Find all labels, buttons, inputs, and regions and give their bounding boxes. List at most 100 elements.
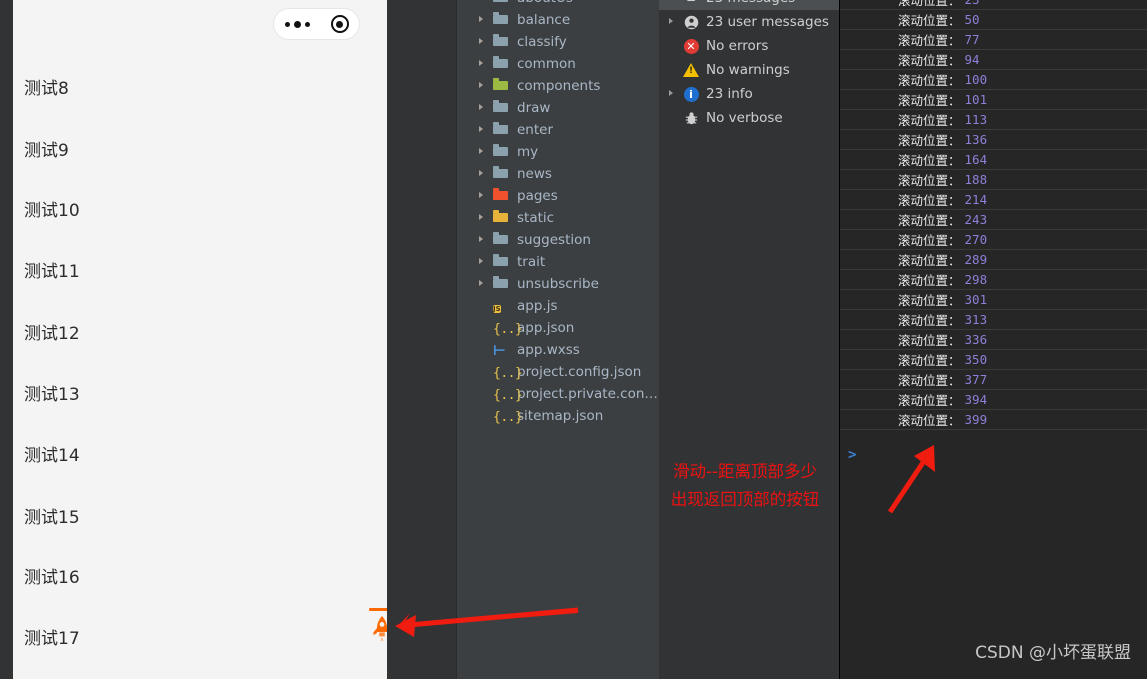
chevron-right-icon[interactable] (669, 17, 679, 27)
annotation-line-1: 滑动--距离顶部多少 (673, 462, 817, 481)
list-item[interactable]: 测试10 (24, 200, 80, 222)
tree-folder-row[interactable]: common (457, 53, 659, 75)
chevron-right-icon[interactable] (479, 148, 487, 156)
tree-file-row[interactable]: {..} project.config.json (457, 361, 659, 383)
tree-folder-row[interactable]: aboutUs (457, 0, 659, 9)
list-item[interactable]: 测试17 (24, 628, 80, 650)
tree-folder-row[interactable]: unsubscribe (457, 273, 659, 295)
tree-folder-row[interactable]: pages (457, 185, 659, 207)
log-key: 滚动位置： (898, 393, 961, 408)
log-key: 滚动位置： (898, 373, 961, 388)
log-row[interactable]: 滚动位置： 113 (840, 110, 1147, 130)
tree-item-label: classify (517, 34, 567, 50)
list-item[interactable]: 测试9 (24, 140, 69, 162)
log-row[interactable]: 滚动位置： 77 (840, 30, 1147, 50)
log-row[interactable]: 滚动位置： 23 (840, 0, 1147, 10)
log-key: 滚动位置： (898, 133, 961, 148)
wechat-capsule-button[interactable] (273, 8, 360, 40)
console-filter-sidebar[interactable]: ≡ 23 messages 23 user messages ✕ No errors No… (659, 0, 840, 679)
tree-folder-row[interactable]: classify (457, 31, 659, 53)
console-filter-row[interactable]: No verbose (659, 106, 840, 130)
log-row[interactable]: 滚动位置： 188 (840, 170, 1147, 190)
console-log-panel[interactable]: 滚动位置：23滚动位置：50滚动位置：77滚动位置：94滚动位置：100滚动位置… (840, 0, 1147, 679)
list-item[interactable]: 测试12 (24, 323, 80, 345)
chevron-right-icon[interactable] (479, 192, 487, 200)
log-row[interactable]: 滚动位置： 50 (840, 10, 1147, 30)
log-row[interactable]: 滚动位置： 394 (840, 390, 1147, 410)
tree-item-label: draw (517, 100, 551, 116)
log-row[interactable]: 滚动位置： 94 (840, 50, 1147, 70)
log-row[interactable]: 滚动位置： 164 (840, 150, 1147, 170)
log-row[interactable]: 滚动位置： 270 (840, 230, 1147, 250)
log-row[interactable]: 滚动位置： 313 (840, 310, 1147, 330)
console-filter-row[interactable]: No warnings (659, 58, 840, 82)
log-row[interactable]: 滚动位置： 399 (840, 410, 1147, 430)
tree-file-row[interactable]: {..}project.private.config.js... (457, 383, 659, 405)
chevron-right-icon[interactable] (479, 126, 487, 134)
tree-folder-row[interactable]: news (457, 163, 659, 185)
user-icon (682, 15, 700, 30)
tree-item-label: app.json (517, 320, 575, 336)
chevron-right-icon[interactable] (479, 60, 487, 68)
tree-file-row[interactable]: {..} sitemap.json (457, 405, 659, 427)
file-tree-panel[interactable]: aboutUs balance classify common components dr… (457, 0, 659, 679)
chevron-right-icon[interactable] (479, 170, 487, 178)
tree-folder-row[interactable]: components (457, 75, 659, 97)
chevron-right-icon[interactable] (479, 0, 487, 2)
watermark: CSDN @小坏蛋联盟 (975, 643, 1131, 663)
list-item[interactable]: 测试16 (24, 567, 80, 589)
chevron-right-icon[interactable] (479, 280, 487, 288)
list-item[interactable]: 测试14 (24, 445, 80, 467)
console-filter-row[interactable]: ≡ 23 messages (659, 0, 840, 10)
log-key: 滚动位置： (898, 33, 961, 48)
log-row[interactable]: 滚动位置： 136 (840, 130, 1147, 150)
log-row[interactable]: 滚动位置： 289 (840, 250, 1147, 270)
log-row[interactable]: 滚动位置： 298 (840, 270, 1147, 290)
chevron-right-icon[interactable] (479, 214, 487, 222)
tree-folder-row[interactable]: trait (457, 251, 659, 273)
folder-icon (493, 144, 510, 160)
chevron-right-icon[interactable] (479, 104, 487, 112)
console-filter-row[interactable]: ✕ No errors (659, 34, 840, 58)
chevron-right-icon[interactable] (479, 258, 487, 266)
tree-file-row[interactable]: JS app.js (457, 295, 659, 317)
log-row[interactable]: 滚动位置： 377 (840, 370, 1147, 390)
chevron-right-icon[interactable] (479, 236, 487, 244)
more-dots-icon[interactable] (284, 20, 310, 28)
log-row[interactable]: 滚动位置： 214 (840, 190, 1147, 210)
log-value: 188 (964, 172, 988, 187)
tree-folder-row[interactable]: balance (457, 9, 659, 31)
tree-folder-row[interactable]: draw (457, 97, 659, 119)
log-row[interactable]: 滚动位置： 101 (840, 90, 1147, 110)
log-key: 滚动位置： (898, 273, 961, 288)
target-circle-icon[interactable] (330, 15, 349, 33)
console-filter-row[interactable]: i 23 info (659, 82, 840, 106)
log-row[interactable]: 滚动位置： 301 (840, 290, 1147, 310)
console-filter-row[interactable]: 23 user messages (659, 10, 840, 34)
tree-file-row[interactable]: {..} app.json (457, 317, 659, 339)
log-row[interactable]: 滚动位置： 336 (840, 330, 1147, 350)
log-key: 滚动位置： (898, 353, 961, 368)
list-item[interactable]: 测试13 (24, 384, 80, 406)
info-icon: i (682, 86, 700, 102)
console-prompt[interactable]: > (848, 447, 856, 463)
log-row[interactable]: 滚动位置： 100 (840, 70, 1147, 90)
tree-folder-row[interactable]: suggestion (457, 229, 659, 251)
tree-item-label: app.js (517, 298, 558, 314)
list-item[interactable]: 测试8 (24, 78, 69, 100)
chevron-right-icon[interactable] (479, 38, 487, 46)
list-item[interactable]: 测试15 (24, 507, 80, 529)
tree-file-row[interactable]: ⊢ app.wxss (457, 339, 659, 361)
tree-folder-row[interactable]: enter (457, 119, 659, 141)
log-row[interactable]: 滚动位置： 243 (840, 210, 1147, 230)
chevron-right-icon[interactable] (669, 0, 679, 3)
log-row[interactable]: 滚动位置： 350 (840, 350, 1147, 370)
chevron-right-icon[interactable] (479, 16, 487, 24)
chevron-right-icon[interactable] (669, 89, 679, 99)
tree-folder-row[interactable]: static (457, 207, 659, 229)
tree-folder-row[interactable]: my (457, 141, 659, 163)
back-to-top-button[interactable] (368, 608, 387, 650)
list-item[interactable]: 测试11 (24, 261, 80, 283)
chevron-right-icon[interactable] (479, 82, 487, 90)
folder-icon (493, 12, 510, 28)
